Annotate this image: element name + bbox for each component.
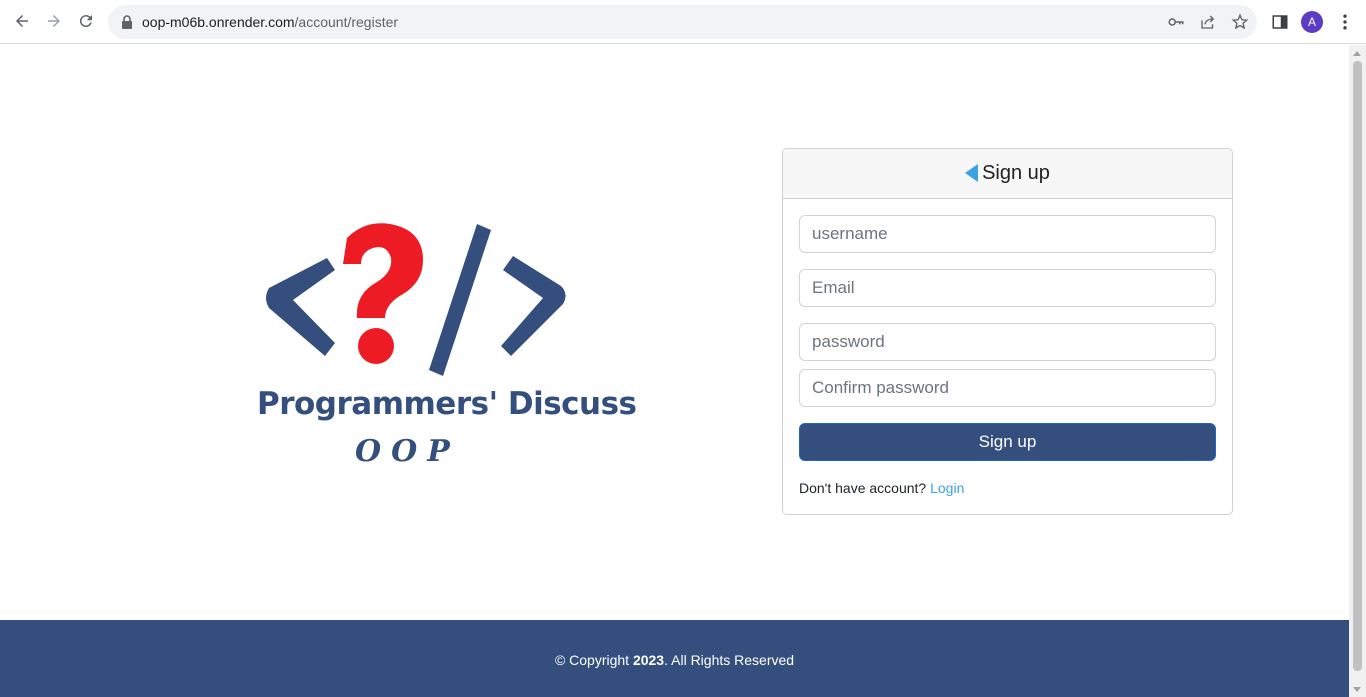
menu-kebab-icon[interactable] xyxy=(1335,12,1355,32)
card-title: Sign up xyxy=(982,162,1050,184)
logo-slash xyxy=(429,224,491,376)
login-link[interactable]: Login xyxy=(930,480,964,496)
browser-toolbar: oop-m06b.onrender.com/account/register A xyxy=(0,0,1366,44)
arrow-left-icon xyxy=(16,15,28,27)
logo-right-chevron xyxy=(501,256,566,356)
logo-question-dot xyxy=(358,328,394,364)
scroll-thumb[interactable] xyxy=(1353,61,1362,671)
signup-button[interactable]: Sign up xyxy=(799,423,1216,461)
url-text: oop-m06b.onrender.com/account/register xyxy=(142,14,399,30)
password-input[interactable] xyxy=(799,323,1216,361)
back-button[interactable] xyxy=(8,7,36,35)
arrow-right-icon xyxy=(48,15,60,27)
side-panel-icon[interactable] xyxy=(1271,13,1289,31)
signup-card: Sign up Sign up Don't have account? Logi… xyxy=(782,148,1233,515)
confirm-password-input[interactable] xyxy=(799,369,1216,407)
logo-question-mark xyxy=(343,223,423,318)
profile-avatar[interactable]: A xyxy=(1301,11,1323,33)
login-hint-text: Don't have account? xyxy=(799,480,927,496)
copyright-prefix: © Copyright xyxy=(554,652,633,668)
share-icon[interactable] xyxy=(1199,13,1217,31)
vertical-scrollbar[interactable] xyxy=(1349,45,1366,697)
star-icon[interactable] xyxy=(1231,13,1249,31)
copyright-suffix: . All Rights Reserved xyxy=(664,652,795,668)
card-header: Sign up xyxy=(783,149,1232,199)
login-hint: Don't have account? Login xyxy=(799,480,964,496)
triangle-left-icon xyxy=(965,163,979,182)
email-input[interactable] xyxy=(799,269,1216,307)
scroll-down-arrow[interactable] xyxy=(1353,687,1361,692)
forward-button[interactable] xyxy=(40,7,68,35)
copyright-text: © Copyright 2023. All Rights Reserved xyxy=(0,652,1349,668)
logo-title: Programmers' Discuss xyxy=(257,386,637,422)
logo-left-chevron xyxy=(266,258,335,356)
logo-subtitle: OOP xyxy=(355,434,460,469)
scroll-up-arrow[interactable] xyxy=(1353,51,1361,56)
address-bar[interactable]: oop-m06b.onrender.com/account/register xyxy=(108,5,1257,39)
key-icon[interactable] xyxy=(1167,13,1185,31)
reload-icon xyxy=(79,15,92,28)
username-input[interactable] xyxy=(799,215,1216,253)
copyright-year: 2023 xyxy=(632,652,665,668)
lock-icon xyxy=(122,15,132,29)
footer: © Copyright 2023. All Rights Reserved xyxy=(0,620,1349,697)
reload-button[interactable] xyxy=(72,7,100,35)
